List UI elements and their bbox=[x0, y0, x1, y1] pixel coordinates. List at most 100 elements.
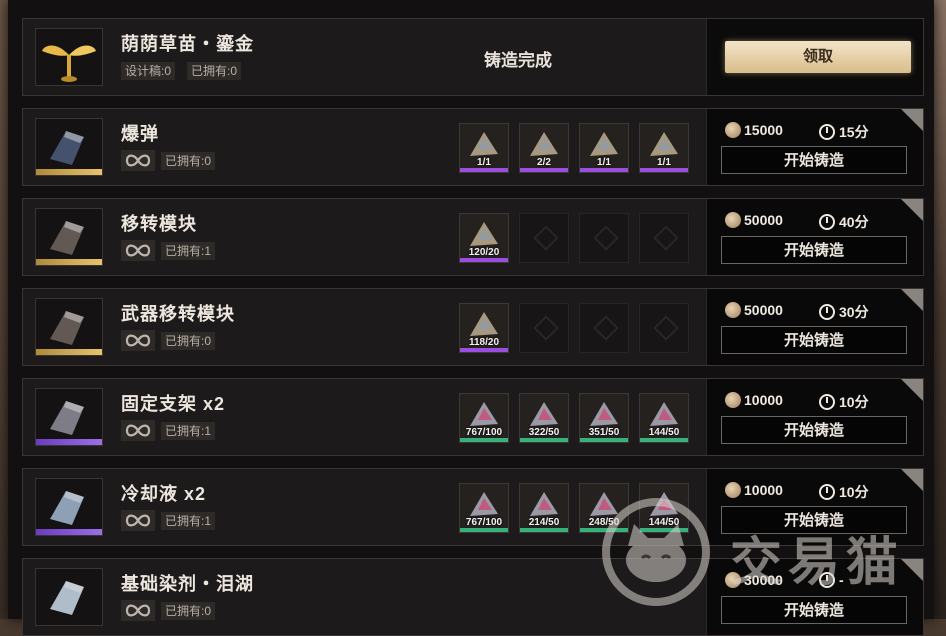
rarity-stripe bbox=[36, 169, 102, 175]
material-count: 2/2 bbox=[537, 157, 551, 168]
item-name: 移转模块 bbox=[121, 214, 197, 234]
forge-row: 武器移转模块 已拥有:0 118/20 50000 30分 开始铸造 bbox=[22, 288, 924, 366]
material-rarity-bar bbox=[580, 168, 628, 172]
coin-icon bbox=[725, 212, 741, 228]
material-count: 767/100 bbox=[465, 517, 503, 528]
infinity-icon bbox=[125, 244, 151, 257]
material-slot-empty bbox=[579, 303, 629, 353]
forge-row: 爆弹 已拥有:0 1/1 2/2 1/1 1/1 15000 15分 开始铸造 bbox=[22, 108, 924, 186]
item-thumbnail bbox=[35, 388, 103, 446]
material-count: 120/20 bbox=[468, 247, 500, 258]
pin-corner-icon[interactable] bbox=[901, 379, 923, 401]
material-count: 144/50 bbox=[648, 427, 680, 438]
material-rarity-bar bbox=[460, 438, 508, 442]
item-icon bbox=[50, 401, 84, 435]
material-slot[interactable]: 118/20 bbox=[459, 303, 509, 353]
material-rarity-bar bbox=[460, 168, 508, 172]
material-slot-empty bbox=[519, 303, 569, 353]
infinity-icon bbox=[125, 154, 151, 167]
coin-cost: 50000 bbox=[725, 302, 783, 318]
clock-icon bbox=[819, 484, 835, 500]
owned-count-tag: 已拥有:1 bbox=[161, 512, 216, 530]
forge-time-value: 30分 bbox=[839, 304, 869, 320]
clock-icon bbox=[819, 572, 835, 588]
material-slot[interactable]: 1/1 bbox=[579, 123, 629, 173]
clock-icon bbox=[819, 394, 835, 410]
material-count: 1/1 bbox=[477, 157, 491, 168]
material-rarity-bar bbox=[460, 348, 508, 352]
material-slot[interactable]: 120/20 bbox=[459, 213, 509, 263]
clock-icon bbox=[819, 214, 835, 230]
rarity-stripe bbox=[36, 349, 102, 355]
infinity-icon bbox=[125, 424, 151, 437]
material-slot[interactable]: 248/50 bbox=[579, 483, 629, 533]
clock-icon bbox=[819, 304, 835, 320]
rarity-stripe bbox=[36, 259, 102, 265]
forge-time: 15分 bbox=[819, 122, 869, 142]
pin-corner-icon[interactable] bbox=[901, 469, 923, 491]
material-rarity-bar bbox=[460, 258, 508, 262]
material-rarity-bar bbox=[640, 438, 688, 442]
material-rarity-bar bbox=[640, 168, 688, 172]
material-count: 1/1 bbox=[597, 157, 611, 168]
material-slot[interactable]: 767/100 bbox=[459, 393, 509, 443]
start-forge-button[interactable]: 开始铸造 bbox=[721, 416, 907, 444]
owned-count-tag: 已拥有:1 bbox=[161, 242, 216, 260]
material-slot[interactable]: 767/100 bbox=[459, 483, 509, 533]
material-slot[interactable]: 1/1 bbox=[459, 123, 509, 173]
forge-action-area: 10000 10分 开始铸造 bbox=[706, 469, 923, 545]
coin-cost-value: 50000 bbox=[744, 302, 783, 318]
coin-cost: 10000 bbox=[725, 482, 783, 498]
material-count: 214/50 bbox=[528, 517, 560, 528]
start-forge-button[interactable]: 开始铸造 bbox=[721, 326, 907, 354]
start-forge-button[interactable]: 开始铸造 bbox=[721, 596, 907, 624]
item-name: 基础染剂・泪湖 bbox=[121, 574, 254, 594]
coin-icon bbox=[725, 302, 741, 318]
material-slot[interactable]: 351/50 bbox=[579, 393, 629, 443]
material-slot[interactable]: 144/50 bbox=[639, 393, 689, 443]
coin-cost-value: 10000 bbox=[744, 392, 783, 408]
forge-time: 10分 bbox=[819, 482, 869, 502]
infinity-icon bbox=[125, 514, 151, 527]
infinite-design-badge bbox=[121, 600, 155, 621]
item-name: 爆弹 bbox=[121, 124, 159, 144]
claim-button[interactable]: 领取 bbox=[725, 41, 911, 73]
material-slot-empty bbox=[639, 303, 689, 353]
material-rarity-bar bbox=[520, 168, 568, 172]
coin-cost-value: 15000 bbox=[744, 122, 783, 138]
pin-corner-icon[interactable] bbox=[901, 199, 923, 221]
material-slot[interactable]: 214/50 bbox=[519, 483, 569, 533]
start-forge-button[interactable]: 开始铸造 bbox=[721, 506, 907, 534]
coin-icon bbox=[725, 392, 741, 408]
rarity-stripe bbox=[36, 529, 102, 535]
item-name: 武器移转模块 bbox=[121, 304, 235, 324]
forge-time-value: 10分 bbox=[839, 484, 869, 500]
pin-corner-icon[interactable] bbox=[901, 289, 923, 311]
forge-action-area: 30000 - 开始铸造 bbox=[706, 559, 923, 635]
infinity-icon bbox=[125, 334, 151, 347]
start-forge-button[interactable]: 开始铸造 bbox=[721, 146, 907, 174]
item-thumbnail bbox=[35, 28, 103, 86]
material-slot[interactable]: 2/2 bbox=[519, 123, 569, 173]
infinite-design-badge bbox=[121, 510, 155, 531]
forge-time: 30分 bbox=[819, 302, 869, 322]
owned-count-tag: 已拥有:1 bbox=[161, 422, 216, 440]
forge-row: 移转模块 已拥有:1 120/20 50000 40分 开始铸造 bbox=[22, 198, 924, 276]
start-forge-button[interactable]: 开始铸造 bbox=[721, 236, 907, 264]
coin-cost: 50000 bbox=[725, 212, 783, 228]
material-slot[interactable]: 144/50 bbox=[639, 483, 689, 533]
item-icon bbox=[50, 221, 84, 255]
golden-sprout-icon bbox=[42, 45, 96, 82]
pin-corner-icon[interactable] bbox=[901, 559, 923, 581]
forge-time: 10分 bbox=[819, 392, 869, 412]
forge-row: 冷却液 x2 已拥有:1 767/100 214/50 248/50 144/5… bbox=[22, 468, 924, 546]
item-thumbnail bbox=[35, 478, 103, 536]
item-thumbnail bbox=[35, 298, 103, 356]
item-name: 荫荫草苗・鎏金 bbox=[121, 34, 254, 54]
rarity-stripe bbox=[36, 439, 102, 445]
material-slot[interactable]: 1/1 bbox=[639, 123, 689, 173]
forge-list-panel: 荫荫草苗・鎏金 设计稿:0 已拥有:0 铸造完成 领取 爆弹 已拥有:0 1/1… bbox=[8, 0, 934, 636]
pin-corner-icon[interactable] bbox=[901, 109, 923, 131]
owned-count-tag: 已拥有:0 bbox=[161, 602, 216, 620]
material-slot[interactable]: 322/50 bbox=[519, 393, 569, 443]
